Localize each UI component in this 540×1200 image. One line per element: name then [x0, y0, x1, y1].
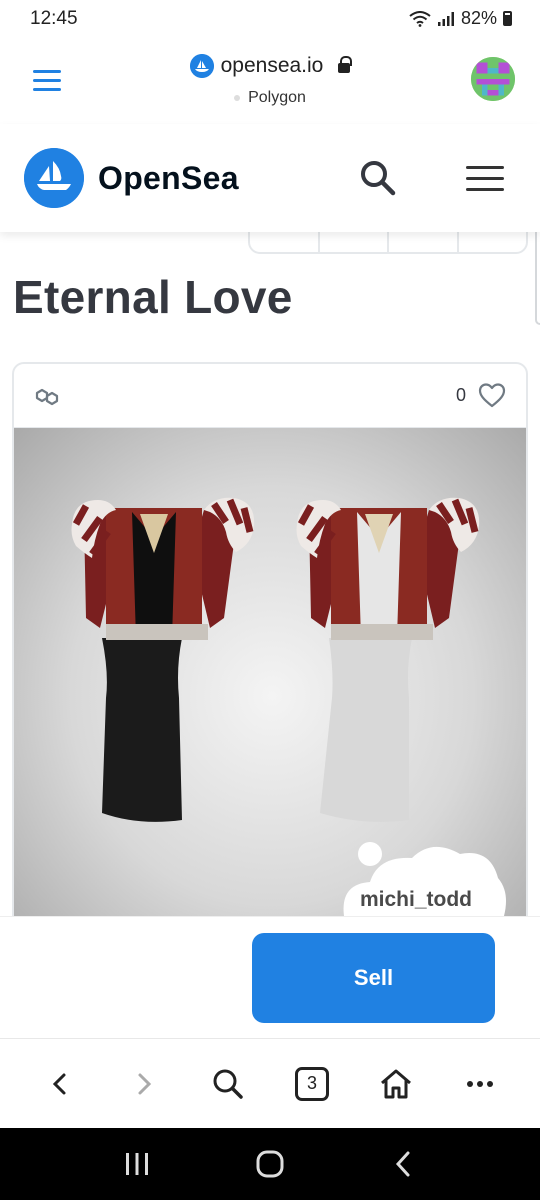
browser-address-bar: opensea.io Polygon	[0, 40, 540, 124]
avatar[interactable]	[471, 57, 515, 101]
home-circle-icon	[256, 1150, 284, 1178]
recents-button[interactable]	[107, 1139, 167, 1189]
status-bar: 12:45 82%	[0, 0, 540, 40]
search-icon	[213, 1069, 243, 1099]
sell-button[interactable]: Sell	[252, 933, 495, 1023]
home-nav-button[interactable]	[240, 1139, 300, 1189]
status-time: 12:45	[30, 8, 78, 29]
status-icons: 82%	[409, 8, 512, 29]
recents-icon	[125, 1153, 148, 1175]
browser-search-button[interactable]	[203, 1059, 253, 1109]
more-icon	[467, 1080, 493, 1087]
favorite-count: 0	[455, 385, 466, 405]
back-nav-button[interactable]	[373, 1139, 433, 1189]
watermark-text: michi_todd	[360, 888, 473, 911]
back-button[interactable]	[35, 1059, 85, 1109]
home-button[interactable]	[371, 1059, 421, 1109]
item-title: Eternal Love	[13, 271, 293, 323]
opensea-header: OpenSea	[0, 124, 540, 232]
url-display[interactable]: opensea.io Polygon	[0, 54, 540, 107]
menu-icon[interactable]	[466, 166, 504, 192]
battery-percent: 82%	[460, 8, 497, 28]
tabs-icon: 3	[295, 1066, 329, 1101]
forward-icon	[138, 1073, 152, 1094]
opensea-brand[interactable]: OpenSea	[98, 160, 239, 197]
scrolled-content-edge	[0, 228, 540, 258]
nft-artwork	[71, 497, 506, 916]
more-button[interactable]	[455, 1059, 505, 1109]
opensea-logo-icon[interactable]	[24, 148, 84, 208]
site-favicon-icon	[189, 54, 214, 78]
card-header: 0	[14, 364, 526, 428]
search-icon[interactable]	[358, 158, 398, 198]
signal-icon	[437, 11, 454, 26]
black-robe-figure	[71, 497, 255, 822]
battery-icon	[503, 11, 512, 26]
back-icon	[52, 1073, 66, 1094]
item-media-card: 0 michi_todd	[12, 362, 528, 962]
sell-bar: Sell	[0, 916, 540, 1038]
lock-icon	[338, 56, 353, 73]
avatar-pixel-icon	[471, 57, 515, 101]
back-chevron-icon	[396, 1151, 410, 1177]
network-label: Polygon	[248, 89, 306, 106]
browser-toolbar: 3	[0, 1038, 540, 1128]
url-text: opensea.io	[220, 54, 324, 77]
tabs-button[interactable]: 3	[287, 1059, 337, 1109]
heart-icon[interactable]	[478, 382, 506, 408]
forward-button[interactable]	[119, 1059, 169, 1109]
wifi-icon	[409, 10, 431, 27]
nft-image[interactable]: michi_todd	[14, 428, 526, 960]
side-panel-edge	[535, 230, 540, 325]
home-icon	[381, 1069, 411, 1098]
android-nav-bar	[0, 1128, 540, 1200]
network-dot-icon	[234, 95, 241, 101]
white-robe-figure	[296, 497, 480, 822]
polygon-chain-icon	[35, 388, 59, 406]
